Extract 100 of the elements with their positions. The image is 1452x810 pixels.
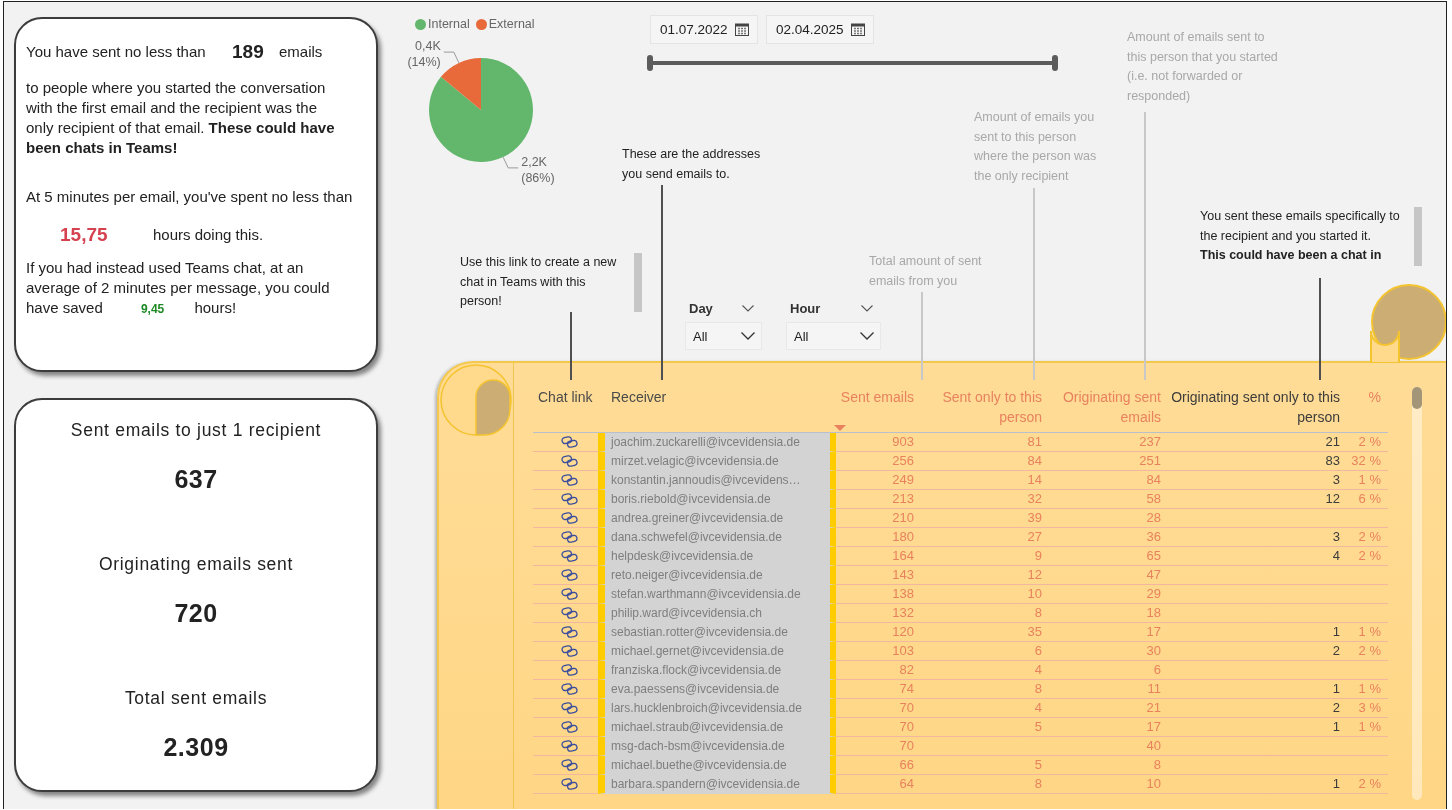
table-cell: 84 <box>1046 471 1165 490</box>
column-header[interactable]: Originating sent only to this person <box>1165 384 1344 432</box>
table-cell: 70 <box>836 718 918 737</box>
table-cell: 251 <box>1046 452 1165 471</box>
table-cell: 9 <box>918 547 1046 566</box>
table-cell: 12 <box>918 566 1046 585</box>
link-icon[interactable] <box>561 759 578 771</box>
table-cell: 35 <box>918 623 1046 642</box>
table-cell: 29 <box>1046 585 1165 604</box>
kpi-value: 637 <box>174 464 218 494</box>
table-cell: 6 <box>918 642 1046 661</box>
table-cell: 5 <box>918 718 1046 737</box>
kpi-label: Originating emails sent <box>98 553 294 576</box>
filter-dropdown[interactable]: All <box>786 322 881 350</box>
link-icon[interactable] <box>561 721 578 733</box>
scroll-curl-icon <box>1368 283 1446 363</box>
table-cell: 2 % <box>1344 775 1388 794</box>
slider-handle[interactable] <box>647 55 653 71</box>
end-date-field[interactable]: 02.04.2025 <box>766 15 874 44</box>
annotation-text: Total amount of sent emails from you <box>869 253 983 290</box>
link-icon[interactable] <box>561 607 578 619</box>
table-cell: 21 <box>1046 699 1165 718</box>
chevron-down-icon[interactable] <box>741 332 755 340</box>
slider-handle[interactable] <box>1052 55 1058 71</box>
start-date-field[interactable]: 01.07.2022 <box>650 15 758 44</box>
callout-line <box>570 312 572 380</box>
link-icon[interactable] <box>561 512 578 524</box>
table-cell: 10 <box>1046 775 1165 794</box>
chevron-down-icon[interactable] <box>860 332 874 340</box>
table-cell: 256 <box>836 452 918 471</box>
table-cell: stefan.warthmann@ivcevidensia.de <box>598 585 836 604</box>
scrollbar[interactable] <box>1412 387 1422 800</box>
table-cell: 3 % <box>1344 699 1388 718</box>
table-cell: joachim.zuckarelli@ivcevidensia.de <box>598 433 836 452</box>
table-cell: 11 <box>1046 680 1165 699</box>
table-cell: 1 % <box>1344 623 1388 642</box>
link-icon[interactable] <box>561 493 578 505</box>
link-icon[interactable] <box>561 702 578 714</box>
table-cell: 132 <box>836 604 918 623</box>
link-icon[interactable] <box>561 550 578 562</box>
column-header[interactable]: Chat link <box>533 384 598 432</box>
link-icon[interactable] <box>561 626 578 638</box>
summary-text: to people where you started the conversation with the first email and the recipient was the only recipient of that email. These could have been chats in Teams! <box>26 78 336 158</box>
table-cell: 5 <box>918 756 1046 775</box>
kpi-value: 2.309 <box>163 732 229 762</box>
link-icon[interactable] <box>561 531 578 543</box>
link-icon[interactable] <box>561 683 578 695</box>
table-cell: helpdesk@ivcevidensia.de <box>598 547 836 566</box>
link-icon[interactable] <box>561 778 578 790</box>
annotation-text: Amount of emails you sent to this person where the person was the only recipient <box>974 109 1098 185</box>
data-label: 0,4K (14%) <box>407 39 441 70</box>
table-cell: 1 <box>1165 775 1344 794</box>
table-cell: philip.ward@ivcevidensia.ch <box>598 604 836 623</box>
link-icon[interactable] <box>561 740 578 752</box>
link-icon[interactable] <box>561 455 578 467</box>
leader-line <box>502 156 519 169</box>
calendar-icon[interactable] <box>735 23 749 36</box>
annotation-text: Use this link to create a new chat in Teams with this person! <box>460 253 642 312</box>
link-icon[interactable] <box>561 436 578 448</box>
table-cell: 1 <box>1165 680 1344 699</box>
table-cell: 3 <box>1165 528 1344 547</box>
chevron-down-icon[interactable] <box>861 304 873 312</box>
kpi-value: 720 <box>174 598 218 628</box>
table-cell: 2 % <box>1344 547 1388 566</box>
scrollbar-thumb[interactable] <box>1412 387 1422 409</box>
table-cell: 28 <box>1046 509 1165 528</box>
table-cell: 64 <box>836 775 918 794</box>
data-label: 2,2K (86%) <box>521 154 555 185</box>
table-cell: 8 <box>1046 756 1165 775</box>
table-cell: 237 <box>1046 433 1165 452</box>
filter-dropdown[interactable]: All <box>685 322 762 350</box>
filter-label: Day <box>689 300 713 316</box>
table-cell: barbara.spandern@ivcevidensia.de <box>598 775 836 794</box>
table-cell: eva.paessens@ivcevidensia.de <box>598 680 836 699</box>
table-cell: 8 <box>918 680 1046 699</box>
table-cell: 2 % <box>1344 528 1388 547</box>
link-icon[interactable] <box>561 588 578 600</box>
table-cell: 32 % <box>1344 452 1388 471</box>
table-cell: 8 <box>918 604 1046 623</box>
table-cell: dana.schwefel@ivcevidensia.de <box>598 528 836 547</box>
table-cell: 903 <box>836 433 918 452</box>
link-icon[interactable] <box>561 569 578 581</box>
table-cell: 143 <box>836 566 918 585</box>
legend-label: Internal <box>428 17 470 31</box>
table-cell: 74 <box>836 680 918 699</box>
table-cell: 3 <box>1165 471 1344 490</box>
column-header[interactable]: Receiver <box>598 384 836 432</box>
link-icon[interactable] <box>561 645 578 657</box>
table-cell: 4 <box>1165 547 1344 566</box>
table-cell: 164 <box>836 547 918 566</box>
table-cell: michael.buethe@ivcevidensia.de <box>598 756 836 775</box>
summary-text: If you had instead used Teams chat, at an average of 2 minutes per message, you could have saved 9,45 hours! <box>26 258 331 318</box>
link-icon[interactable] <box>561 474 578 486</box>
table-cell: 84 <box>918 452 1046 471</box>
table-cell: msg-dach-bsm@ivcevidensia.de <box>598 737 836 756</box>
chevron-down-icon[interactable] <box>742 304 754 312</box>
table-cell: boris.riebold@ivcevidensia.de <box>598 490 836 509</box>
link-icon[interactable] <box>561 664 578 676</box>
table-cell: michael.straub@ivcevidensia.de <box>598 718 836 737</box>
calendar-icon[interactable] <box>851 23 865 36</box>
